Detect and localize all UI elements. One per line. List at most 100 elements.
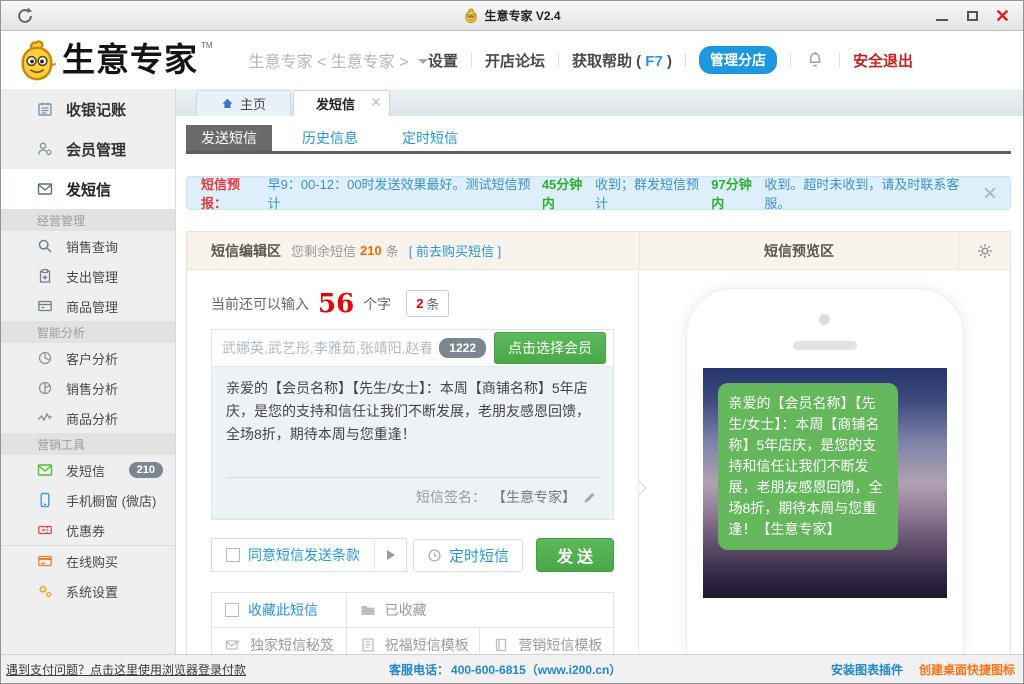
recipients-row: 武娜英,武艺彤,李雅茹,张靖阳,赵春... 1222 点击选择会员 bbox=[212, 330, 613, 367]
select-members-button[interactable]: 点击选择会员 bbox=[494, 332, 606, 364]
tab-close-icon[interactable] bbox=[371, 97, 381, 107]
chars-remaining-row: 当前还可以输入 56 个字 2 条 bbox=[211, 290, 614, 317]
maximize-button[interactable] bbox=[957, 4, 987, 28]
app-window: 生意专家 V2.4 生意专家 TM 生意专家 < 生意专家 > 设置 开店论坛 bbox=[0, 0, 1024, 684]
sidebar-item-label: 发短信 bbox=[66, 461, 105, 480]
sidebar-item-sms[interactable]: 发短信 bbox=[1, 169, 175, 209]
notice-close-icon[interactable] bbox=[984, 187, 996, 199]
sidebar-item-cashier[interactable]: 收银记账 bbox=[1, 89, 175, 129]
signature-label: 短信签名： bbox=[416, 487, 486, 507]
help-hotkey: F7 bbox=[645, 53, 663, 70]
sidebar: 收银记账 会员管理 发短信 经营管理 销售查询 支出管理 bbox=[1, 89, 176, 654]
remaining-count: 210 bbox=[360, 243, 382, 258]
terms-box: 同意短信发送条款 bbox=[211, 538, 407, 572]
sidebar-item-label: 系统设置 bbox=[66, 582, 118, 601]
manage-branch-button[interactable]: 管理分店 bbox=[699, 46, 777, 74]
chars-prefix: 当前还可以输入 bbox=[211, 294, 309, 314]
sidebar-item-mobile-shop[interactable]: 手机橱窗 (微店) bbox=[1, 485, 175, 515]
phone-speaker-slot bbox=[793, 341, 857, 350]
sidebar-item-system-settings[interactable]: 系统设置 bbox=[1, 576, 175, 606]
sidebar-item-label: 发短信 bbox=[66, 179, 111, 200]
credit-card-icon bbox=[37, 553, 53, 569]
sidebar-item-buy-online[interactable]: 在线购买 bbox=[1, 546, 175, 576]
secret-tips-label: 独家短信秘笈 bbox=[250, 635, 334, 655]
chevron-down-icon bbox=[418, 59, 428, 64]
buy-sms-link[interactable]: [ 前去购买短信 ] bbox=[409, 241, 501, 260]
sms-editor: 当前还可以输入 56 个字 2 条 武娜英,武艺彤,李雅茹,张靖 bbox=[187, 270, 639, 654]
close-button[interactable] bbox=[987, 4, 1017, 28]
signature-value: 【生意专家】 bbox=[492, 487, 576, 507]
notification-bell-icon[interactable] bbox=[804, 49, 826, 71]
sidebar-section-label: 经营管理 bbox=[37, 212, 85, 229]
message-area: 亲爱的【会员名称】【先生/女士】：本周【商铺名称】5年店庆，是您的支持和信任让我… bbox=[212, 367, 613, 519]
subtab-history[interactable]: 历史信息 bbox=[288, 125, 372, 151]
menu-settings[interactable]: 设置 bbox=[428, 50, 458, 71]
minimize-button[interactable] bbox=[927, 4, 957, 28]
phone-camera-dot bbox=[819, 314, 830, 325]
favorite-checkbox[interactable] bbox=[225, 603, 239, 617]
sidebar-item-customer-analysis[interactable]: 客户分析 bbox=[1, 343, 175, 373]
payment-help-link[interactable]: 遇到支付问题？点击这里使用浏览器登录付款 bbox=[6, 661, 246, 678]
notice-text: 早9：00-12：00时发送效果最好。测试短信预计 bbox=[268, 174, 542, 212]
sidebar-section-marketing: 营销工具 bbox=[1, 433, 175, 455]
signature-row: 短信签名： 【生意专家】 bbox=[226, 477, 599, 519]
subtab-scheduled[interactable]: 定时短信 bbox=[388, 125, 472, 151]
subtab-row: 发送短信 历史信息 定时短信 bbox=[186, 125, 1011, 154]
sidebar-item-coupons[interactable]: 优惠券 bbox=[1, 515, 175, 545]
store-breadcrumb[interactable]: 生意专家 < 生意专家 > bbox=[249, 48, 428, 72]
subtab-send-sms[interactable]: 发送短信 bbox=[186, 125, 272, 151]
message-count-box: 2 条 bbox=[406, 290, 449, 317]
sidebar-item-label: 优惠券 bbox=[66, 521, 105, 540]
sidebar-item-label: 会员管理 bbox=[66, 139, 126, 160]
service-phone: 客服电话： 400-600-6815（www.i200.cn） bbox=[389, 661, 621, 678]
favorited-label: 已收藏 bbox=[385, 600, 427, 620]
marketing-template-label: 营销短信模板 bbox=[518, 635, 602, 655]
favorited-option[interactable]: 已收藏 bbox=[346, 593, 613, 627]
window-title: 生意专家 V2.4 bbox=[1, 7, 1023, 24]
actions-row: 同意短信发送条款 定时短信 bbox=[211, 538, 614, 572]
app-mascot-icon bbox=[15, 39, 59, 83]
sidebar-item-products[interactable]: 商品管理 bbox=[1, 291, 175, 321]
create-shortcut-link[interactable]: 创建桌面快捷图标 bbox=[919, 661, 1015, 678]
refresh-icon[interactable] bbox=[15, 6, 35, 26]
sidebar-section-analytics: 智能分析 bbox=[1, 321, 175, 343]
install-plugin-link[interactable]: 安装图表插件 bbox=[831, 661, 903, 678]
menu-forum[interactable]: 开店论坛 bbox=[485, 50, 545, 71]
schedule-sms-button[interactable]: 定时短信 bbox=[413, 539, 523, 572]
sidebar-item-send-sms[interactable]: 发短信 210 bbox=[1, 455, 175, 485]
sidebar-item-sales-query[interactable]: 销售查询 bbox=[1, 231, 175, 261]
coupon-icon bbox=[37, 522, 53, 538]
sms-panel: 短信编辑区 您剩余短信 210 条 [ 前去购买短信 ] 短信预览区 bbox=[186, 231, 1011, 654]
member-icon bbox=[37, 141, 53, 157]
editor-panel-title: 短信编辑区 bbox=[211, 241, 281, 261]
envelope-icon bbox=[37, 462, 53, 478]
menu-help[interactable]: 获取帮助 ( F7 ) bbox=[572, 50, 672, 71]
trend-line-icon bbox=[37, 410, 53, 426]
envelope-star-icon bbox=[225, 637, 241, 653]
sidebar-item-members[interactable]: 会员管理 bbox=[1, 129, 175, 169]
send-button[interactable]: 发送 bbox=[536, 538, 614, 572]
settings-gear-icon[interactable] bbox=[958, 232, 1010, 269]
tab-label: 发短信 bbox=[316, 94, 355, 113]
terms-checkbox[interactable] bbox=[226, 548, 240, 562]
favorite-sms-option[interactable]: 收藏此短信 bbox=[212, 593, 346, 627]
recipients-input[interactable]: 武娜英,武艺彤,李雅茹,张靖阳,赵春... bbox=[222, 338, 431, 358]
tab-home[interactable]: 主页 bbox=[196, 90, 291, 116]
agree-terms[interactable]: 同意短信发送条款 bbox=[212, 539, 374, 571]
message-textarea[interactable]: 亲爱的【会员名称】【先生/女士】：本周【商铺名称】5年店庆，是您的支持和信任让我… bbox=[226, 377, 599, 469]
sidebar-section-label: 营销工具 bbox=[37, 436, 85, 453]
sidebar-item-expenses[interactable]: 支出管理 bbox=[1, 261, 175, 291]
edit-pencil-icon[interactable] bbox=[582, 490, 597, 505]
sidebar-item-label: 商品分析 bbox=[66, 409, 118, 428]
preview-panel-header: 短信预览区 bbox=[639, 232, 958, 269]
service-phone-value: 400-600-6815（www.i200.cn） bbox=[451, 661, 621, 678]
sidebar-item-label: 手机橱窗 (微店) bbox=[66, 491, 156, 510]
terms-expand-button[interactable] bbox=[374, 539, 406, 571]
logout-button[interactable]: 安全退出 bbox=[853, 50, 913, 71]
notice-text: 收到。超时未收到，请及时联系客服。 bbox=[764, 174, 984, 212]
menu-separator bbox=[471, 53, 472, 67]
sms-count-badge: 210 bbox=[129, 462, 163, 478]
tab-sms[interactable]: 发短信 bbox=[293, 90, 390, 116]
sidebar-item-product-analysis[interactable]: 商品分析 bbox=[1, 403, 175, 433]
sidebar-item-sales-analysis[interactable]: 销售分析 bbox=[1, 373, 175, 403]
